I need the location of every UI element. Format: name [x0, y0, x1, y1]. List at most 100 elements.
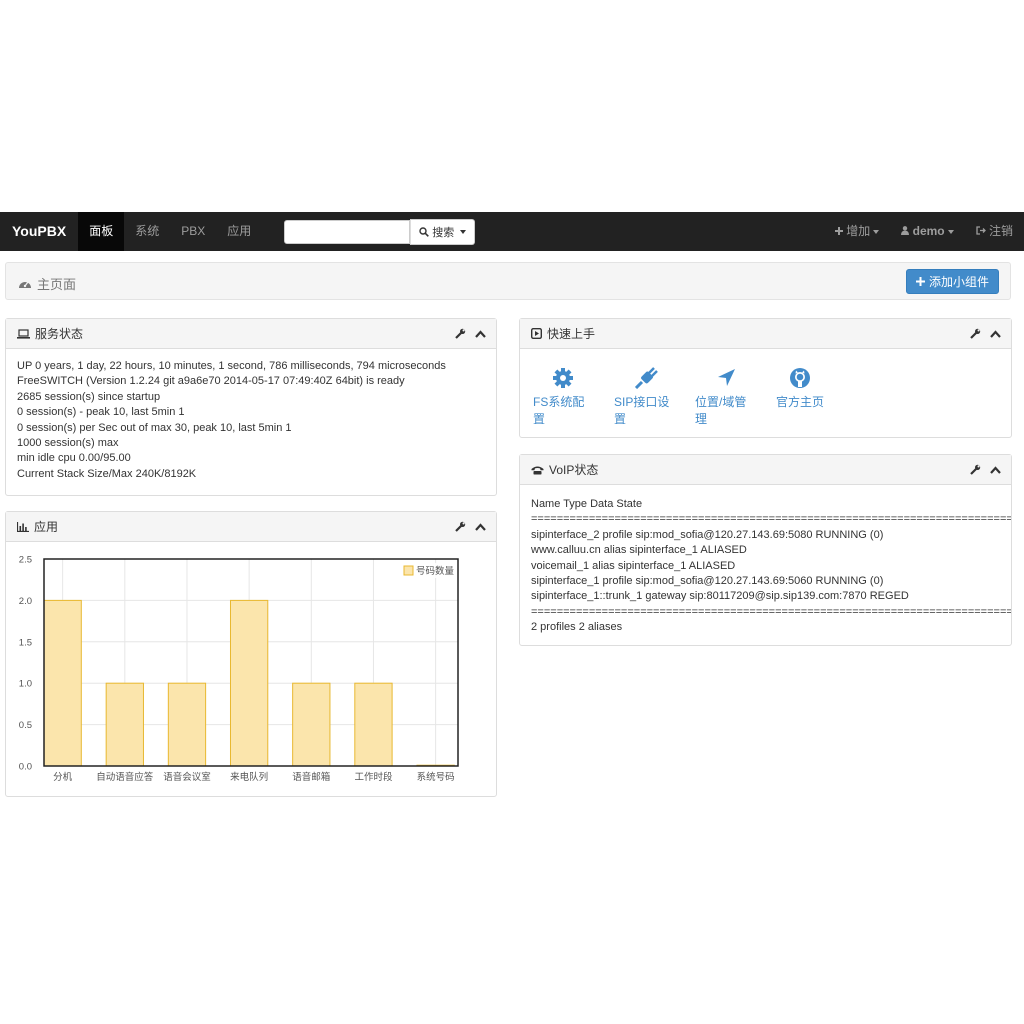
legend-label: 号码数量 [416, 565, 455, 577]
voip-row: sipinterface_1::trunk_1 gateway sip:8011… [531, 590, 909, 603]
panel-heading: 服务状态 [6, 319, 496, 349]
quick-link-label: 官方主页 [775, 395, 824, 409]
y-tick-label: 2.0 [19, 596, 32, 607]
wrench-icon[interactable] [970, 328, 981, 339]
quick-link-official-site[interactable]: 官方主页 [775, 367, 825, 427]
y-tick-label: 0.5 [19, 720, 32, 731]
status-body: UP 0 years, 1 day, 22 hours, 10 minutes,… [6, 349, 496, 492]
panel-heading: VoIP状态 [520, 455, 1011, 485]
voip-row: www.calluu.cn alias sipinterface_1 ALIAS… [531, 544, 747, 557]
search-form: 搜索 [284, 218, 476, 245]
panel-title: VoIP状态 [549, 463, 599, 477]
add-widget-label: 添加小组件 [928, 275, 989, 289]
voip-separator: ========================================… [531, 513, 1011, 526]
add-menu[interactable]: 增加 [824, 212, 890, 251]
wrench-icon[interactable] [455, 328, 466, 339]
chevron-up-icon[interactable] [475, 522, 486, 531]
quick-link-sip-interface[interactable]: SIP接口设置 [614, 367, 680, 427]
quick-links: FS系统配置 SIP接口设置 位置/域管理 官方主页 [520, 349, 1011, 427]
voip-footer-line: 2 profiles 2 aliases [531, 621, 623, 634]
status-line: Current Stack Size/Max 240K/8192K [17, 467, 197, 480]
voip-status-panel: VoIP状态 Name Type Data State ============… [519, 454, 1012, 646]
voip-row: sipinterface_2 profile sip:mod_sofia@120… [531, 528, 884, 541]
quick-link-fs-config[interactable]: FS系统配置 [533, 367, 593, 427]
plus-icon [915, 277, 925, 286]
x-tick-label: 工作时段 [354, 771, 393, 783]
page-title: 主页面 [18, 274, 76, 293]
x-tick-label: 分机 [53, 771, 73, 783]
quick-link-label: FS系统配置 [533, 395, 585, 426]
nav-item-system[interactable]: 系统 [124, 212, 170, 251]
user-menu[interactable]: demo [890, 212, 964, 251]
location-arrow-icon [718, 369, 735, 386]
y-tick-label: 1.0 [19, 679, 32, 690]
panel-title: 快速上手 [547, 327, 596, 341]
status-line: UP 0 years, 1 day, 22 hours, 10 minutes,… [17, 360, 446, 372]
x-tick-label: 语音会议室 [163, 771, 211, 783]
panel-title: 服务状态 [35, 327, 84, 341]
status-line: 2685 session(s) since startup [17, 390, 161, 403]
status-line: 0 session(s) - peak 10, last 5min 1 [17, 406, 185, 419]
search-button[interactable]: 搜索 [410, 218, 476, 245]
legend-swatch [403, 565, 414, 576]
status-line: min idle cpu 0.00/95.00 [17, 452, 131, 465]
gear-icon [553, 368, 573, 388]
nav-item-pbx[interactable]: PBX [170, 212, 216, 251]
bar [292, 682, 331, 767]
voip-body: Name Type Data State ===================… [520, 485, 1011, 646]
applications-panel: 应用 0.0 0.5 1.0 1.5 2.0 2.5 分机 自动语音应答 语音会议室 来电队列 语音… [5, 511, 497, 797]
status-line: 0 session(s) per Sec out of max 30, peak… [17, 421, 292, 434]
quick-link-location-domain[interactable]: 位置/域管理 [695, 367, 757, 427]
chevron-up-icon[interactable] [475, 329, 486, 338]
phone-icon [531, 466, 544, 474]
service-status-panel: 服务状态 UP 0 years, 1 day, 22 hours, 10 min… [5, 318, 497, 496]
user-menu-label: demo [912, 224, 945, 238]
page-title-text: 主页面 [37, 277, 77, 292]
page-header: 主页面 添加小组件 [5, 262, 1011, 300]
y-tick-label: 1.5 [19, 637, 32, 648]
bar [354, 682, 393, 767]
quick-link-label: SIP接口设置 [614, 395, 670, 426]
logout-link[interactable]: 注销 [965, 212, 1024, 251]
x-tick-label: 系统号码 [417, 771, 455, 783]
panel-heading: 应用 [6, 512, 496, 542]
nav-item-dashboard[interactable]: 面板 [78, 212, 125, 251]
top-navbar: YouPBX 面板 系统 PBX 应用 搜索 增加 demo 注销 [0, 212, 1024, 251]
y-tick-label: 0.0 [19, 762, 32, 773]
bar-chart-icon [17, 521, 29, 532]
nav-right: 增加 demo 注销 [824, 212, 1024, 251]
brand-logo[interactable]: YouPBX [0, 212, 78, 251]
search-icon [419, 226, 430, 237]
laptop-icon [17, 328, 30, 339]
bar [167, 682, 207, 767]
chevron-up-icon[interactable] [990, 465, 1001, 474]
nav-item-apps[interactable]: 应用 [216, 212, 262, 251]
add-menu-label: 增加 [846, 224, 871, 238]
search-button-label: 搜索 [432, 226, 455, 239]
plug-icon [634, 367, 658, 389]
voip-separator: ========================================… [531, 605, 1011, 618]
user-icon [901, 226, 910, 235]
logout-label: 注销 [988, 224, 1013, 238]
caret-down-icon [947, 229, 954, 234]
search-input[interactable] [284, 219, 411, 244]
voip-header-line: Name Type Data State [531, 498, 643, 510]
x-tick-label: 来电队列 [230, 771, 268, 783]
status-line: 1000 session(s) max [17, 437, 119, 450]
panel-heading: 快速上手 [520, 319, 1011, 349]
panel-title: 应用 [34, 520, 59, 534]
dashboard-icon [19, 281, 31, 288]
wrench-icon[interactable] [970, 464, 981, 475]
bar [43, 599, 82, 767]
chevron-up-icon[interactable] [990, 329, 1001, 338]
sign-out-icon [975, 226, 986, 235]
y-tick-label: 2.5 [19, 555, 32, 566]
quick-start-panel: 快速上手 FS系统配置 SIP接口设置 位置/域管理 官方主页 [519, 318, 1012, 438]
bar [229, 599, 269, 767]
voip-row: voicemail_1 alias sipinterface_1 ALIASED [531, 559, 736, 572]
play-square-icon [531, 328, 542, 339]
bar [105, 682, 144, 767]
add-widget-button[interactable]: 添加小组件 [905, 269, 999, 294]
wrench-icon[interactable] [455, 521, 466, 532]
github-icon [790, 368, 810, 388]
